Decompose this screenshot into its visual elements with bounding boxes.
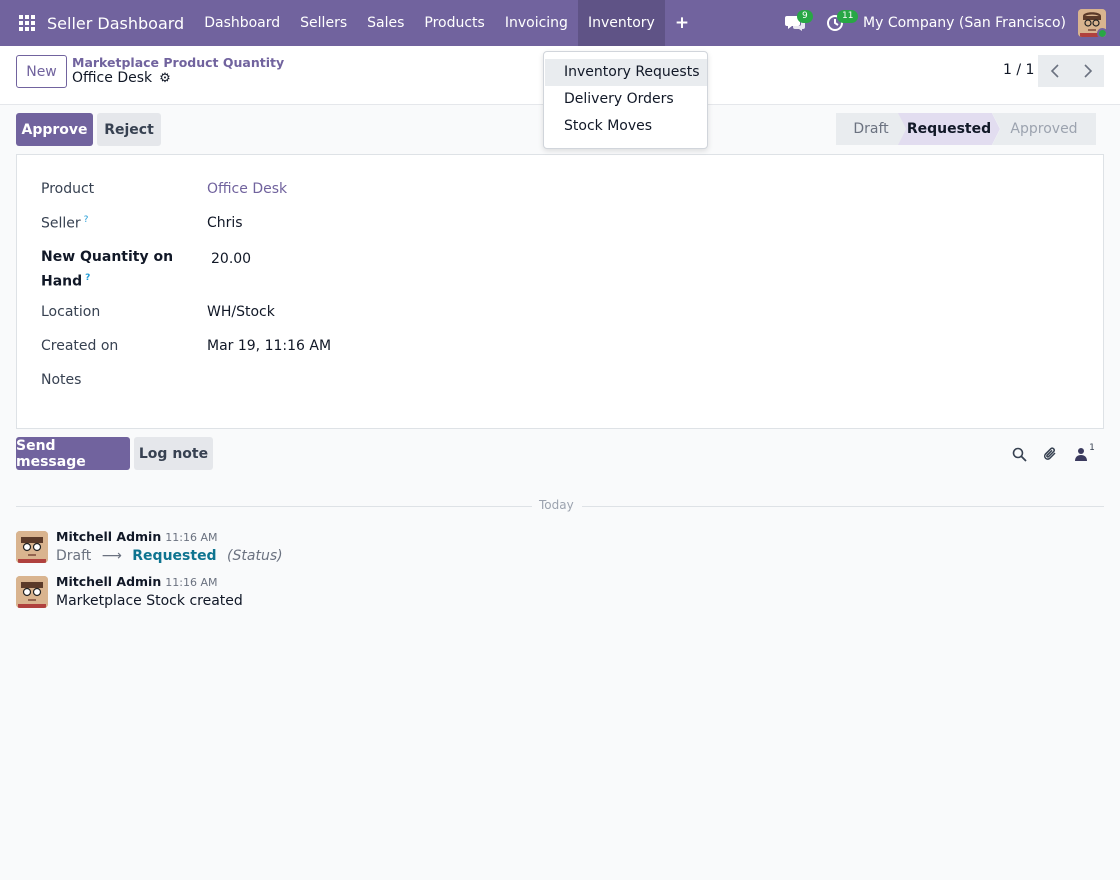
created-on-label: Created on: [41, 338, 119, 354]
author-avatar-image: [16, 531, 48, 563]
menu-sellers[interactable]: Sellers: [290, 0, 357, 46]
stage-requested[interactable]: Requested: [898, 113, 1000, 145]
dropdown-item-inventory-requests[interactable]: Inventory Requests: [545, 59, 707, 86]
company-switcher[interactable]: My Company (San Francisco): [863, 15, 1066, 31]
menu-invoicing[interactable]: Invoicing: [495, 0, 578, 46]
dropdown-item-delivery-orders[interactable]: Delivery Orders: [545, 86, 707, 113]
breadcrumb[interactable]: Marketplace Product Quantity: [72, 55, 284, 70]
product-label: Product: [41, 181, 95, 197]
online-status-dot: [1097, 28, 1106, 37]
qty-label-line2: Hand: [41, 273, 83, 290]
record-title: Office Desk ⚙: [72, 70, 171, 86]
menu-inventory[interactable]: Inventory: [577, 0, 665, 46]
seller-help-icon[interactable]: ?: [84, 215, 89, 225]
menu-dashboard[interactable]: Dashboard: [194, 0, 290, 46]
message-time: 11:16 AM: [165, 576, 218, 589]
chatter-topbar: Send message Log note 1: [0, 437, 1120, 470]
followers-count: 1: [1089, 443, 1095, 453]
activities-count-badge: 11: [837, 10, 859, 23]
message-avatar[interactable]: [16, 531, 48, 563]
pager-next-button[interactable]: [1071, 55, 1104, 87]
author-avatar-image: [16, 576, 48, 608]
messages-count-badge: 9: [797, 10, 813, 23]
record-title-text: Office Desk: [72, 70, 153, 86]
arrow-right-icon: ⟶: [101, 548, 122, 564]
separator-line-left: [16, 506, 532, 507]
qty-help-icon[interactable]: ?: [85, 273, 90, 283]
separator-line-right: [582, 506, 1104, 507]
gear-icon[interactable]: ⚙: [159, 71, 171, 86]
created-on-field: Mar 19, 11:16 AM: [207, 338, 332, 354]
form-sheet: Product Office Desk Seller? Chris New Qu…: [16, 154, 1104, 429]
approve-button[interactable]: Approve: [16, 113, 93, 146]
main-menu: Dashboard Sellers Sales Products Invoici…: [194, 0, 699, 46]
inventory-dropdown-menu: Inventory Requests Delivery Orders Stock…: [543, 51, 708, 149]
tracking-old-value: Draft: [56, 548, 92, 564]
reject-button[interactable]: Reject: [97, 113, 161, 146]
tracking-new-value: Requested: [132, 548, 217, 564]
apps-menu-icon[interactable]: [0, 0, 54, 46]
date-separator: Today: [539, 498, 574, 512]
followers-button[interactable]: 1: [1072, 443, 1098, 463]
message-body: Marketplace Stock created: [56, 593, 243, 609]
stage-approved[interactable]: Approved: [992, 113, 1096, 145]
search-messages-button[interactable]: [1010, 445, 1028, 463]
qty-field[interactable]: 20.00: [211, 251, 251, 267]
log-note-button[interactable]: Log note: [134, 437, 213, 470]
menu-products[interactable]: Products: [414, 0, 494, 46]
chevron-left-icon: [1050, 64, 1059, 78]
status-bar: Draft Requested Approved: [836, 113, 1096, 145]
qty-label-line1: New Quantity on: [41, 249, 174, 265]
user-icon: [1075, 448, 1088, 461]
activities-button[interactable]: 11: [815, 0, 859, 46]
message-author-name[interactable]: Mitchell Admin: [56, 574, 161, 589]
product-field[interactable]: Office Desk: [207, 181, 287, 197]
send-message-button[interactable]: Send message: [16, 437, 130, 470]
new-button[interactable]: New: [16, 55, 67, 88]
attachments-button[interactable]: [1041, 445, 1059, 463]
add-menu-plus-icon[interactable]: +: [665, 0, 699, 46]
search-icon: [1012, 447, 1027, 462]
user-avatar[interactable]: [1078, 9, 1106, 37]
top-navbar: Seller Dashboard Dashboard Sellers Sales…: [0, 0, 1120, 46]
seller-label-text: Seller: [41, 215, 81, 232]
notes-label: Notes: [41, 372, 82, 388]
location-field[interactable]: WH/Stock: [207, 304, 275, 320]
chevron-right-icon: [1083, 64, 1092, 78]
paperclip-icon: [1043, 447, 1056, 460]
app-brand[interactable]: Seller Dashboard: [47, 14, 184, 33]
message-time: 11:16 AM: [165, 531, 218, 544]
menu-sales[interactable]: Sales: [357, 0, 414, 46]
message-avatar[interactable]: [16, 576, 48, 608]
seller-label: Seller?: [41, 215, 88, 232]
seller-field[interactable]: Chris: [207, 215, 243, 231]
message-author-name[interactable]: Mitchell Admin: [56, 529, 161, 544]
notes-field[interactable]: [207, 372, 1067, 392]
pager-previous-button[interactable]: [1038, 55, 1071, 87]
location-label: Location: [41, 304, 101, 320]
message-author[interactable]: Mitchell Admin 11:16 AM: [56, 574, 217, 589]
qty-label: New Quantity on Hand?: [41, 247, 173, 293]
tracking-field-name: (Status): [227, 548, 283, 564]
pager-value[interactable]: 1 / 1: [1003, 62, 1034, 78]
navbar-systray: 9 11 My Company (San Francisco): [775, 0, 1120, 46]
message-author[interactable]: Mitchell Admin 11:16 AM: [56, 529, 217, 544]
messages-button[interactable]: 9: [775, 0, 815, 46]
dropdown-item-stock-moves[interactable]: Stock Moves: [545, 113, 707, 140]
tracking-value: Draft ⟶ Requested (Status): [56, 548, 283, 564]
stage-draft[interactable]: Draft: [836, 113, 906, 145]
